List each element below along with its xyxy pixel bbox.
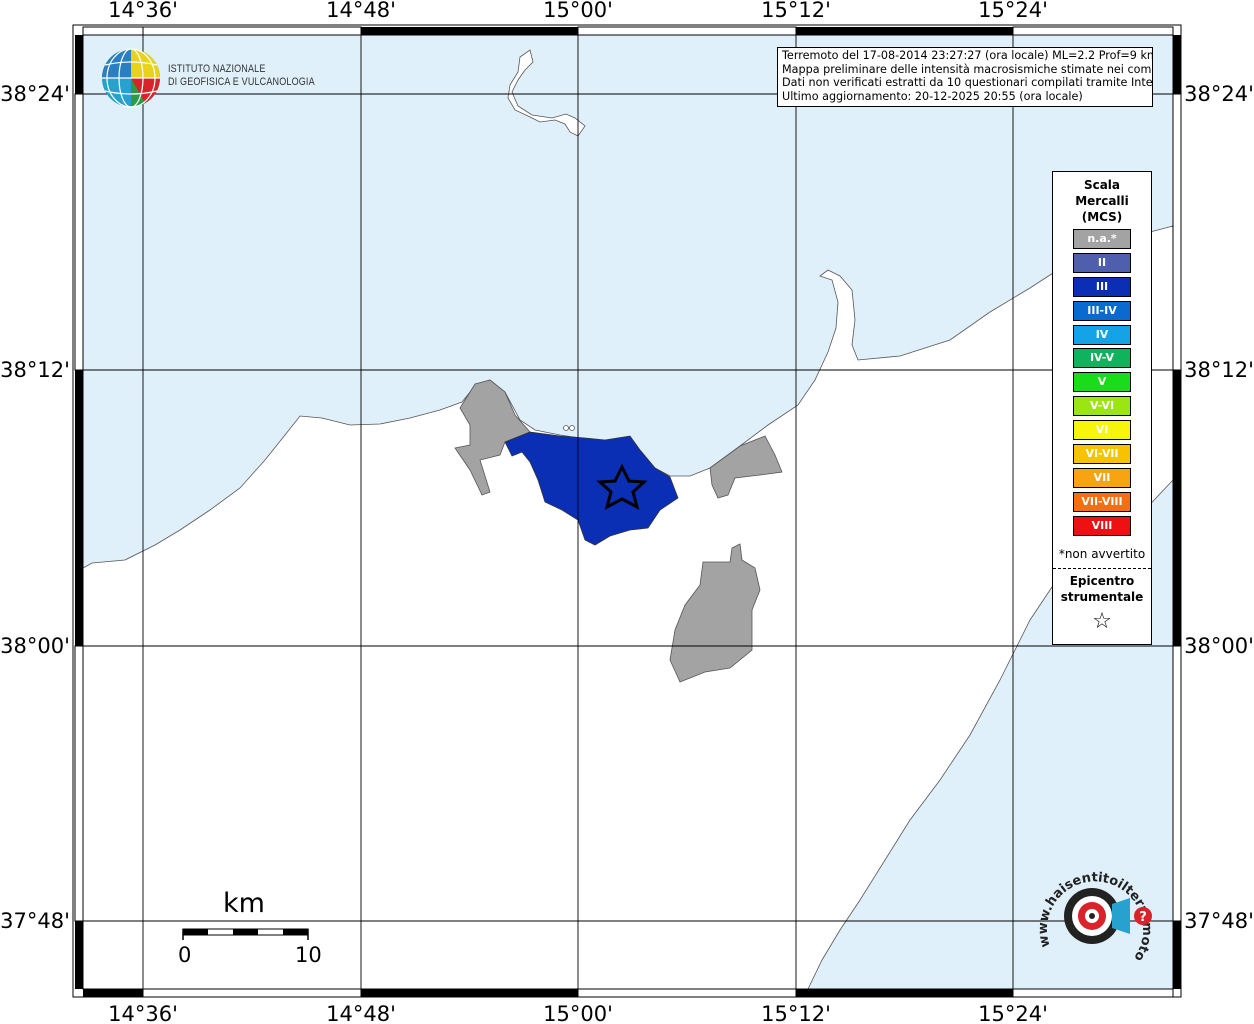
globe-icon [102,48,160,108]
lat-label: 38°00' [0,634,70,658]
legend-item: V-VI [1073,396,1131,417]
legend-item: VIII [1073,515,1131,536]
legend-item: VII-VIII [1073,491,1131,512]
legend: Scala Mercalli (MCS) n.a.* II III III-IV IV I… [1052,171,1152,645]
legend-item: IV-V [1073,348,1131,369]
legend-epicenter-line: Epicentro [1069,574,1135,588]
lat-label: 38°12' [0,358,70,382]
lon-label: 14°48' [326,1002,396,1024]
lon-labels-bottom: 14°36' 14°48' 15°00' 15°12' 15°24' [108,1002,1048,1024]
legend-title: Scala Mercalli (MCS) [1053,177,1151,225]
lon-label: 14°36' [108,1002,178,1024]
legend-separator [1053,568,1151,569]
lat-label: 37°48' [1184,909,1254,933]
legend-title-line: (MCS) [1081,210,1123,224]
hst-logo-graphic: www.haisentitoilterremoto.it ? [1027,845,1154,964]
lat-labels-right: 38°24' 38°12' 38°00' 37°48' [1184,82,1254,933]
lat-label: 38°24' [0,82,70,106]
ingv-logo-text: ISTITUTO NAZIONALE DI GEOFISICA E VULCAN… [168,63,315,89]
legend-title-line: Mercalli [1075,194,1129,208]
scale-min: 0 [178,943,192,967]
legend-item: IV [1073,324,1131,345]
info-line-source: Dati non verificati estratti da 10 quest… [782,76,1153,89]
lat-label: 37°48' [0,909,70,933]
svg-text:?: ? [1139,910,1147,925]
legend-epicenter-label: Epicentro strumentale [1053,573,1151,605]
legend-item: n.a.* [1073,229,1131,249]
lon-label: 14°36' [108,0,178,22]
lat-label: 38°00' [1184,634,1254,658]
legend-title-line: Scala [1083,178,1121,192]
info-line-description: Mappa preliminare delle intensità macros… [782,62,1153,76]
legend-item: II [1073,252,1131,273]
legend-item: III-IV [1073,300,1131,321]
logo-line: ISTITUTO NAZIONALE [168,63,266,75]
lon-label: 15°00' [543,0,613,22]
scale-max: 10 [295,943,322,967]
lat-label: 38°24' [1184,82,1254,106]
lon-label: 15°24' [978,0,1048,22]
lon-label: 15°12' [761,1002,831,1024]
info-line-updated: Ultimo aggiornamento: 20-12-2025 20:55 (… [782,89,1083,103]
info-box: Terremoto del 17-08-2014 23:27:27 (ora l… [777,47,1153,107]
lon-label: 15°12' [761,0,831,22]
scale-bar: km 0 10 [178,888,322,968]
lon-label: 15°24' [978,1002,1048,1024]
hst-logo: www.haisentitoilterremoto.it ? [1027,845,1160,981]
legend-item: V [1073,372,1131,393]
lat-labels-left: 38°24' 38°12' 38°00' 37°48' [0,82,70,933]
lon-label: 15°00' [543,1002,613,1024]
legend-item: III [1073,276,1131,297]
logo-line: DI GEOFISICA E VULCANOLOGIA [168,76,315,88]
legend-items: n.a.* II III III-IV IV IV-V V V-VI VI VI-VII VII VI… [1073,229,1131,540]
islet [569,425,575,431]
legend-item: VI-VII [1073,444,1131,465]
islet [563,425,569,431]
info-line-event: Terremoto del 17-08-2014 23:27:27 (ora l… [782,49,1153,62]
legend-star-icon: ☆ [1092,609,1112,634]
lat-label: 38°12' [1184,358,1254,382]
legend-item: VI [1073,420,1131,441]
scale-bar-graphic [182,928,309,940]
legend-epicenter-line: strumentale [1060,590,1144,604]
ingv-logo: ISTITUTO NAZIONALE DI GEOFISICA E VULCAN… [100,47,320,109]
legend-item: VII [1073,467,1131,488]
legend-note: *non avvertito [1058,547,1146,561]
lon-label: 14°48' [326,0,396,22]
lon-labels-top: 14°36' 14°48' 15°00' 15°12' 15°24' [108,0,1048,22]
scale-unit: km [223,888,265,919]
